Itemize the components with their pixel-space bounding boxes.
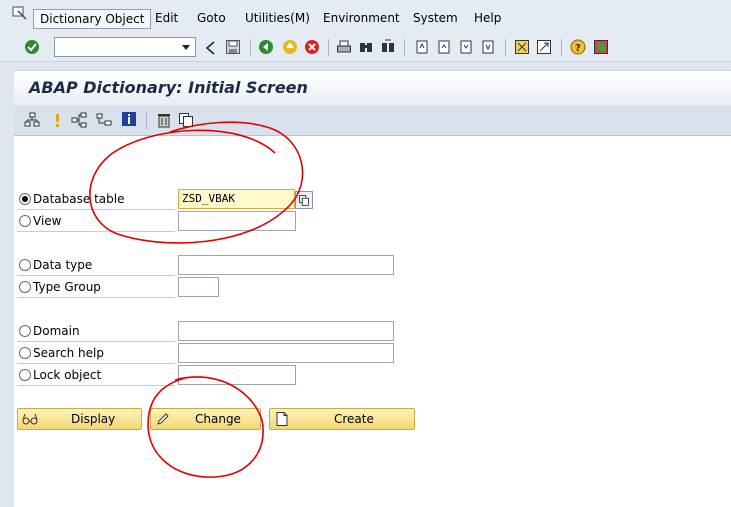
- menu-help[interactable]: Help: [468, 9, 507, 29]
- menu-system[interactable]: System: [407, 9, 464, 29]
- standard-toolbar: ?: [0, 34, 731, 62]
- row-divider: [17, 209, 175, 210]
- row-divider: [17, 363, 175, 364]
- info-icon[interactable]: [121, 111, 137, 127]
- command-field[interactable]: [54, 37, 196, 57]
- create-button-label: Create: [334, 412, 374, 426]
- menu-goto[interactable]: Goto: [191, 9, 232, 29]
- pencil-icon: [157, 413, 169, 425]
- data-type-label: Data type: [33, 258, 93, 272]
- next-page-icon[interactable]: [458, 39, 474, 55]
- enter-icon[interactable]: [24, 39, 40, 55]
- check-icon[interactable]: [50, 112, 66, 128]
- exit-icon[interactable]: [282, 39, 298, 55]
- shortcut-icon[interactable]: [536, 39, 552, 55]
- menu-bar: Dictionary Object Edit Goto Utilities(M)…: [0, 0, 731, 34]
- last-page-icon[interactable]: [480, 39, 496, 55]
- change-button[interactable]: Change: [150, 408, 261, 430]
- lock-object-input[interactable]: [178, 365, 296, 385]
- find-icon[interactable]: [358, 39, 374, 55]
- chevron-down-icon[interactable]: [179, 40, 193, 54]
- database-table-label: Database table: [33, 192, 125, 206]
- hierarchy-icon[interactable]: [96, 112, 112, 128]
- application-toolbar: [14, 105, 731, 136]
- row-divider: [17, 297, 175, 298]
- previous-page-icon[interactable]: [436, 39, 452, 55]
- title-bar: ABAP Dictionary: Initial Screen: [14, 70, 731, 105]
- lock-object-label: Lock object: [33, 368, 102, 382]
- data-type-input[interactable]: [178, 255, 394, 275]
- first-page-icon[interactable]: [414, 39, 430, 55]
- display-button[interactable]: Display: [17, 408, 142, 430]
- row-divider: [17, 341, 175, 342]
- search-help-input[interactable]: [178, 343, 394, 363]
- type-group-label: Type Group: [33, 280, 101, 294]
- type-group-input[interactable]: [178, 277, 219, 297]
- cancel-icon[interactable]: [304, 39, 320, 55]
- database-table-input[interactable]: ZSD_VBAK: [178, 189, 295, 209]
- domain-input[interactable]: [178, 321, 394, 341]
- back-icon[interactable]: [258, 39, 274, 55]
- toolbar-separator: [328, 39, 329, 56]
- other-object-icon[interactable]: [24, 112, 40, 128]
- delete-icon[interactable]: [156, 112, 172, 128]
- row-divider: [17, 385, 175, 386]
- toolbar-separator: [404, 39, 405, 56]
- radio-view[interactable]: [19, 215, 31, 227]
- view-input[interactable]: [178, 211, 296, 231]
- radio-type-group[interactable]: [19, 281, 31, 293]
- save-icon[interactable]: [225, 39, 241, 55]
- toolbar-separator: [146, 112, 147, 129]
- radio-database-table[interactable]: [19, 193, 31, 205]
- back-arrow-icon[interactable]: [203, 40, 219, 56]
- menu-edit[interactable]: Edit: [149, 9, 184, 29]
- menu-utilities[interactable]: Utilities(M): [239, 9, 316, 29]
- toolbar-separator: [505, 39, 506, 56]
- change-button-label: Change: [195, 412, 241, 426]
- print-icon[interactable]: [336, 39, 352, 55]
- page-title: ABAP Dictionary: Initial Screen: [29, 78, 308, 97]
- toolbar-separator: [250, 39, 251, 56]
- new-document-icon: [276, 412, 288, 426]
- row-divider: [17, 231, 175, 232]
- copy-icon[interactable]: [178, 112, 194, 128]
- create-button[interactable]: Create: [269, 408, 415, 430]
- new-session-icon[interactable]: [514, 39, 530, 55]
- row-divider: [17, 275, 175, 276]
- find-next-icon[interactable]: [380, 39, 396, 55]
- menu-icon[interactable]: [12, 6, 28, 20]
- search-help-label: Search help: [33, 346, 104, 360]
- svg-text:?: ?: [575, 43, 581, 54]
- value-help-icon[interactable]: [295, 191, 313, 209]
- help-icon[interactable]: ?: [570, 39, 586, 55]
- radio-data-type[interactable]: [19, 259, 31, 271]
- radio-lock-object[interactable]: [19, 369, 31, 381]
- glasses-icon: [22, 413, 38, 425]
- radio-domain[interactable]: [19, 325, 31, 337]
- domain-label: Domain: [33, 324, 80, 338]
- toolbar-separator: [561, 39, 562, 56]
- display-button-label: Display: [71, 412, 116, 426]
- layout-menu-icon[interactable]: [593, 39, 609, 55]
- radio-search-help[interactable]: [19, 347, 31, 359]
- menu-environment[interactable]: Environment: [317, 9, 406, 29]
- where-used-icon[interactable]: [71, 112, 87, 128]
- view-label: View: [33, 214, 62, 228]
- menu-dictionary-object[interactable]: Dictionary Object: [33, 9, 152, 29]
